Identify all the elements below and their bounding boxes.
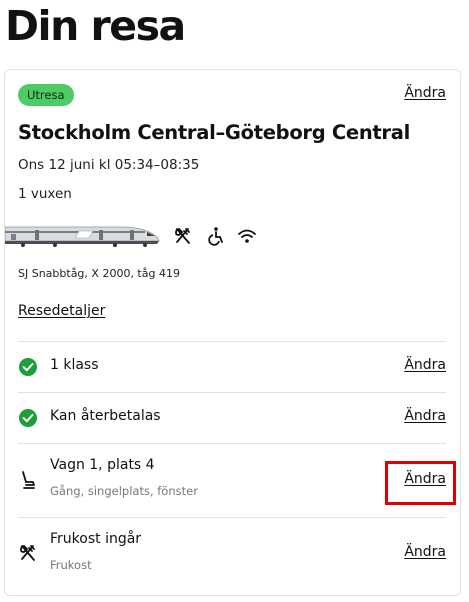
- wifi-icon: [238, 229, 256, 243]
- check-circle-icon: [19, 409, 37, 427]
- option-subtitle: Gång, singelplats, fönster: [50, 484, 198, 498]
- option-title: Vagn 1, plats 4: [50, 457, 155, 473]
- train-row: [5, 220, 305, 250]
- cutlery-icon: [20, 545, 35, 561]
- seat-icon: [22, 471, 35, 489]
- edit-refund-link[interactable]: Ändra: [404, 408, 446, 424]
- edit-class-link[interactable]: Ändra: [404, 357, 446, 373]
- edit-trip-link[interactable]: Ändra: [404, 85, 446, 101]
- trip-details-link[interactable]: Resedetaljer: [18, 303, 105, 319]
- option-subtitle: Frukost: [50, 558, 92, 572]
- page-title: Din resa: [5, 2, 186, 50]
- option-title: Frukost ingår: [50, 531, 142, 547]
- train-image: [5, 226, 160, 247]
- passenger-count: 1 vuxen: [18, 186, 72, 202]
- train-info: SJ Snabbtåg, X 2000, tåg 419: [18, 267, 180, 280]
- trip-direction-badge: Utresa: [18, 84, 74, 106]
- route-title: Stockholm Central–Göteborg Central: [18, 121, 410, 144]
- option-title: 1 klass: [50, 357, 99, 373]
- option-row-breakfast: Frukost ingår Frukost Ändra: [5, 518, 460, 593]
- check-circle-icon: [19, 358, 37, 376]
- trip-card: Utresa Ändra Stockholm Central–Göteborg …: [4, 69, 461, 596]
- option-row-refund: Kan återbetalas Ändra: [5, 393, 460, 443]
- cutlery-icon: [175, 228, 190, 244]
- highlight-box: [385, 461, 456, 505]
- wheelchair-icon: [208, 227, 223, 246]
- option-row-class: 1 klass Ändra: [5, 342, 460, 392]
- trip-datetime: Ons 12 juni kl 05:34–08:35: [18, 157, 200, 173]
- option-title: Kan återbetalas: [50, 408, 161, 424]
- edit-breakfast-link[interactable]: Ändra: [404, 544, 446, 560]
